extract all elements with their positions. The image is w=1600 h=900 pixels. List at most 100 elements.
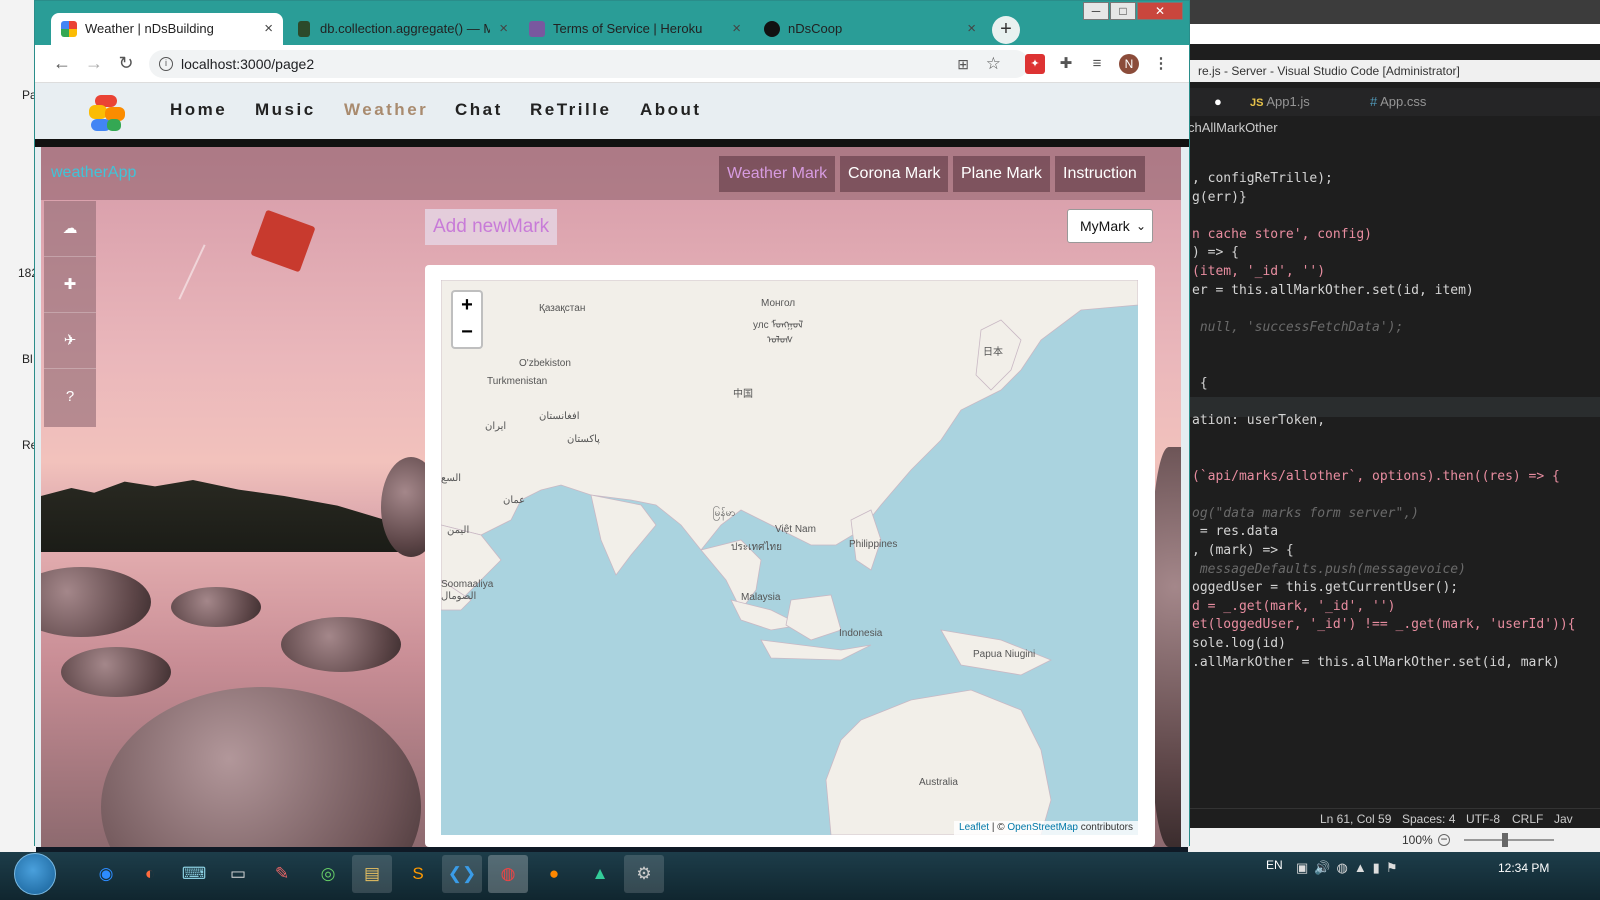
leaflet-link[interactable]: Leaflet [959, 822, 989, 833]
unsaved-dot-icon[interactable]: ● [1214, 88, 1222, 116]
new-tab-button[interactable]: + [992, 16, 1020, 44]
help-circle-icon[interactable]: ? [44, 369, 96, 425]
extension-icon[interactable]: ✦ [1025, 54, 1045, 74]
mark-type-select[interactable]: MyMark ⌄ [1067, 209, 1153, 243]
nav-music[interactable]: Music [255, 100, 316, 120]
nav-home[interactable]: Home [170, 100, 227, 120]
close-window-button[interactable]: ✕ [1137, 2, 1183, 20]
input-language[interactable]: EN [1266, 858, 1283, 872]
openstreetmap-link[interactable]: OpenStreetMap [1007, 822, 1078, 833]
media-player-icon[interactable]: ◐ [130, 855, 170, 893]
vscode-breadcrumb[interactable]: chAllMarkOther [1188, 118, 1600, 138]
code-line[interactable]: messageDefaults.push(messagevoice) [1192, 561, 1466, 579]
status-line-ending[interactable]: CRLF [1512, 809, 1543, 829]
add-new-mark-button[interactable]: Add newMark [425, 209, 558, 245]
code-line[interactable]: .allMarkOther = this.allMarkOther.set(id… [1192, 654, 1560, 672]
status-cursor-position[interactable]: Ln 61, Col 59 [1320, 809, 1391, 829]
menu-kebab-icon[interactable]: ⋮ [1151, 54, 1171, 74]
map-label: الصومال [441, 591, 477, 602]
code-line[interactable]: ) => { [1192, 244, 1239, 262]
vscode-icon[interactable]: ❮❯ [442, 855, 482, 893]
paint-icon[interactable]: ✎ [262, 855, 302, 893]
code-line[interactable]: (`api/marks/allother`, options).then((re… [1192, 468, 1560, 486]
close-tab-icon[interactable]: × [732, 13, 741, 45]
chrome-icon[interactable]: ◍ [488, 855, 528, 893]
taskbar-clock[interactable]: 12:34 PM [1498, 852, 1549, 884]
browser-icon[interactable]: ◎ [308, 855, 348, 893]
close-tab-icon[interactable]: × [967, 13, 976, 45]
first-aid-icon[interactable]: ✚ [44, 257, 96, 313]
bookmark-star-icon[interactable]: ☆ [986, 50, 1001, 78]
profile-avatar[interactable]: N [1119, 54, 1139, 74]
app-name[interactable]: weatherApp [51, 164, 136, 182]
code-line[interactable]: er = this.allMarkOther.set(id, item) [1192, 282, 1474, 300]
minimize-button[interactable]: ─ [1083, 2, 1109, 20]
tab-weather[interactable]: Weather | nDsBuilding × [51, 13, 283, 45]
code-line[interactable]: ation: userToken, [1192, 412, 1325, 430]
zoom-out-button[interactable]: − [451, 319, 483, 349]
vscode-tab-appcss[interactable]: # App.css [1370, 88, 1426, 116]
terminal-icon[interactable]: ▭ [218, 855, 258, 893]
folder-icon[interactable]: ▤ [352, 855, 392, 893]
zoom-icon[interactable]: ◉ [86, 855, 126, 893]
leaflet-map[interactable]: + − Қазақстан Монгол улс ᠮᠣᠩᠭᠣᠯ ᠤᠯᠤᠰ O'z… [441, 280, 1138, 835]
nav-chat[interactable]: Chat [455, 100, 503, 120]
translate-icon[interactable]: ⊞ [957, 50, 969, 78]
back-arrow-icon[interactable]: ← [51, 53, 73, 74]
code-line[interactable]: et(loggedUser, '_id') !== _.get(mark, 'u… [1192, 616, 1576, 634]
maximize-button[interactable]: □ [1110, 2, 1136, 20]
keyboard-icon[interactable]: ⌨ [174, 855, 214, 893]
nav-about[interactable]: About [640, 100, 702, 120]
zoom-in-button[interactable]: + [451, 290, 483, 320]
start-button[interactable] [14, 853, 56, 895]
close-tab-icon[interactable]: × [499, 13, 508, 45]
code-line[interactable]: d = _.get(mark, '_id', '') [1192, 598, 1396, 616]
zoom-slider-thumb[interactable] [1502, 833, 1508, 847]
reload-icon[interactable]: ↻ [115, 53, 137, 74]
status-language[interactable]: Jav [1554, 809, 1573, 829]
app-icon[interactable]: ▲ [580, 855, 620, 893]
url-omnibox[interactable]: i localhost:3000/page2 ⊞ ☆ [149, 50, 1029, 78]
settings-icon[interactable]: ⚙ [624, 855, 664, 893]
code-line[interactable]: = res.data [1192, 523, 1278, 541]
map-label: 日本 [983, 347, 1003, 358]
sublime-icon[interactable]: S [398, 855, 438, 893]
firefox-icon[interactable]: ● [534, 855, 574, 893]
nav-retrille[interactable]: ReTrille [530, 100, 611, 120]
code-line[interactable]: n cache store', config) [1192, 226, 1372, 244]
code-line[interactable]: sole.log(id) [1192, 635, 1286, 653]
code-line[interactable]: { [1192, 375, 1208, 393]
tab-github[interactable]: nDsCoop × [754, 13, 986, 45]
media-control-icon[interactable]: ≡ [1087, 54, 1107, 74]
tab-heroku[interactable]: Terms of Service | Heroku × [519, 13, 751, 45]
plane-icon[interactable]: ✈ [44, 313, 96, 369]
map-label: Қазақстан [539, 303, 586, 314]
corona-mark-button[interactable]: Corona Mark [840, 156, 949, 192]
code-line[interactable]: , configReTrille); [1192, 170, 1333, 188]
code-line[interactable]: null, 'successFetchData'); [1192, 319, 1404, 337]
code-line[interactable]: g(err)} [1192, 189, 1247, 207]
nav-weather[interactable]: Weather [344, 100, 428, 120]
tab-mongodb[interactable]: db.collection.aggregate() — Mon × [286, 13, 518, 45]
cloud-sun-icon[interactable]: ☁ [44, 201, 96, 257]
zoom-slider-track[interactable] [1464, 839, 1554, 841]
instruction-button[interactable]: Instruction [1055, 156, 1145, 192]
weather-mark-button[interactable]: Weather Mark [719, 156, 836, 192]
vscode-tab-app1[interactable]: JS App1.js [1250, 88, 1310, 116]
map-label: Malaysia [741, 592, 781, 603]
site-info-icon[interactable]: i [159, 57, 173, 71]
forward-arrow-icon[interactable]: → [83, 53, 105, 74]
status-indentation[interactable]: Spaces: 4 [1402, 809, 1455, 829]
status-encoding[interactable]: UTF-8 [1466, 809, 1500, 829]
site-logo[interactable] [87, 93, 127, 133]
tray-icons[interactable]: ▣🔊◍▲▮⚑ [1296, 860, 1404, 876]
vscode-window-title: re.js - Server - Visual Studio Code [Adm… [1188, 60, 1600, 82]
zoom-out-icon[interactable]: − [1438, 833, 1450, 846]
code-line[interactable]: , (mark) => { [1192, 542, 1294, 560]
code-line[interactable]: oggedUser = this.getCurrentUser(); [1192, 579, 1458, 597]
close-tab-icon[interactable]: × [264, 13, 273, 45]
code-line[interactable]: (item, '_id', '') [1192, 263, 1325, 281]
extensions-puzzle-icon[interactable]: ✚ [1056, 54, 1076, 74]
code-line[interactable]: og("data marks form server",) [1192, 505, 1419, 523]
plane-mark-button[interactable]: Plane Mark [953, 156, 1050, 192]
